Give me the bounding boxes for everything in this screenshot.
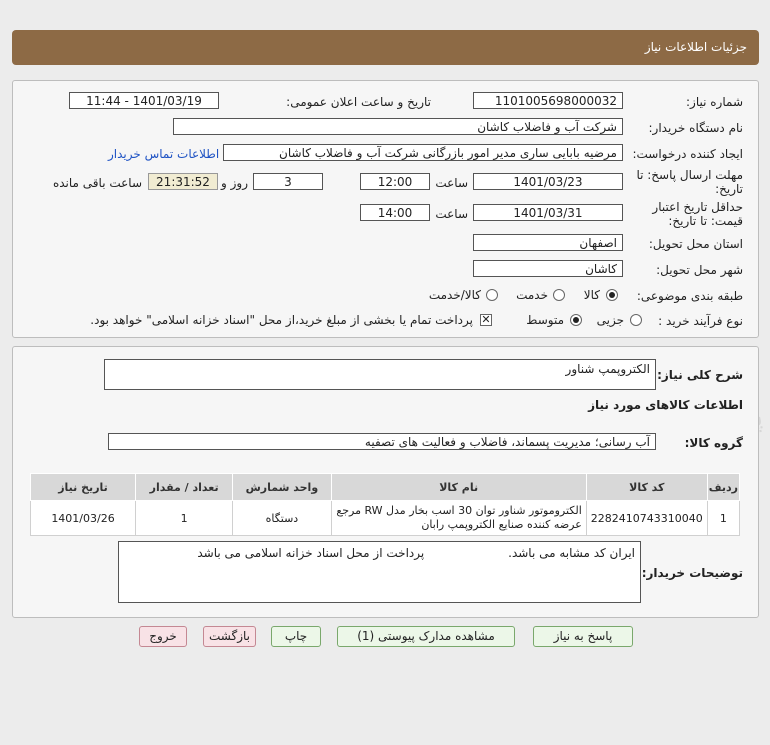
category-label: طبقه بندی موضوعی:	[636, 289, 743, 303]
col-row-number: ردیف	[706, 473, 741, 501]
need-number-field: 1101005698000032	[473, 92, 623, 109]
buyer-contact-link[interactable]: اطلاعات تماس خریدار	[108, 147, 219, 161]
purchase-type-option-minor: جزیی	[596, 313, 624, 327]
response-deadline-label-2: تاریخ:	[715, 182, 743, 196]
col-need-date: تاریخ نیاز	[29, 473, 137, 501]
goods-group-field: آب رسانی؛ مدیریت پسماند، فاضلاب و فعالیت…	[108, 433, 656, 450]
exit-button[interactable]: خروج	[139, 626, 187, 647]
col-unit: واحد شمارش	[232, 473, 332, 501]
category-radio-service[interactable]	[553, 289, 565, 301]
remaining-time: 21:31:52	[148, 173, 218, 190]
category-radio-goods-service[interactable]	[486, 289, 498, 301]
summary-label: شرح کلی نیاز:	[657, 368, 743, 382]
response-deadline-date: 1401/03/23	[473, 173, 623, 190]
response-deadline-time: 12:00	[360, 173, 430, 190]
goods-group-label: گروه کالا:	[684, 436, 743, 450]
response-deadline-time-label: ساعت	[435, 176, 468, 190]
print-button[interactable]: چاپ	[271, 626, 321, 647]
delivery-province-field: اصفهان	[473, 234, 623, 251]
goods-section-title: اطلاعات کالاهای مورد نیاز	[588, 398, 743, 412]
buyer-notes-field: ایران کد مشابه می باشد. پرداخت از محل اس…	[118, 541, 641, 603]
requester-field: مرضیه بابایی ساری مدیر امور بازرگانی شرک…	[223, 144, 623, 161]
remaining-time-label: ساعت باقی مانده	[52, 176, 142, 190]
delivery-city-label: شهر محل تحویل:	[656, 263, 743, 277]
attachments-button[interactable]: مشاهده مدارک پیوستی (1)	[337, 626, 515, 647]
page-title: جزئیات اطلاعات نیاز	[644, 40, 747, 54]
purchase-type-radio-medium[interactable]	[570, 314, 582, 326]
category-option-goods: کالا	[583, 288, 600, 302]
cell-item-code: 2282410743310040	[585, 500, 708, 536]
need-number-label: شماره نیاز:	[686, 95, 743, 109]
price-validity-time: 14:00	[360, 204, 430, 221]
table-header-row: ردیف کد کالا نام کالا واحد شمارش تعداد /…	[29, 473, 741, 501]
price-validity-date: 1401/03/31	[473, 204, 623, 221]
reply-button[interactable]: پاسخ به نیاز	[533, 626, 633, 647]
buyer-org-field: شرکت آب و فاضلاب کاشان	[173, 118, 623, 135]
announce-datetime-label: تاریخ و ساعت اعلان عمومی:	[286, 95, 431, 109]
response-deadline-label-1: مهلت ارسال پاسخ: تا	[636, 168, 743, 182]
price-validity-time-label: ساعت	[435, 207, 468, 221]
back-button[interactable]: بازگشت	[203, 626, 256, 647]
purchase-type-option-medium: متوسط	[526, 313, 564, 327]
announce-datetime-field: 1401/03/19 - 11:44	[69, 92, 219, 109]
col-item-code: کد کالا	[585, 473, 708, 501]
cell-unit: دستگاه	[232, 500, 332, 536]
purchase-type-label: نوع فرآیند خرید :	[658, 314, 743, 328]
category-radio-goods[interactable]	[606, 289, 618, 301]
cell-row-number: 1	[706, 500, 741, 536]
treasury-payment-checkbox[interactable]: ✕	[480, 314, 492, 326]
price-validity-label-2: قیمت: تا تاریخ:	[668, 214, 743, 228]
col-quantity: تعداد / مقدار	[135, 473, 234, 501]
requester-label: ایجاد کننده درخواست:	[632, 147, 743, 161]
cell-quantity: 1	[135, 500, 234, 536]
cell-need-date: 1401/03/26	[29, 500, 137, 536]
buyer-notes-label: توضیحات خریدار:	[641, 566, 743, 580]
category-option-goods-service: کالا/خدمت	[428, 288, 481, 302]
buyer-org-label: نام دستگاه خریدار:	[648, 121, 744, 135]
purchase-type-radio-minor[interactable]	[630, 314, 642, 326]
price-validity-label-1: حداقل تاریخ اعتبار	[652, 200, 743, 214]
summary-field: الکتروپمپ شناور	[104, 359, 656, 390]
treasury-payment-note: پرداخت تمام یا بخشی از مبلغ خرید،از محل …	[90, 313, 473, 327]
col-item-name: نام کالا	[330, 473, 587, 501]
cell-item-name: الکتروموتور شناور توان 30 اسب بخار مدل R…	[330, 500, 587, 536]
delivery-province-label: استان محل تحویل:	[648, 237, 743, 251]
delivery-city-field: کاشان	[473, 260, 623, 277]
remaining-days-label: روز و	[221, 176, 248, 190]
category-option-service: خدمت	[516, 288, 548, 302]
page-header: جزئیات اطلاعات نیاز	[12, 30, 759, 65]
goods-table: ردیف کد کالا نام کالا واحد شمارش تعداد /…	[29, 473, 741, 536]
table-row: 1 2282410743310040 الکتروموتور شناور توا…	[29, 500, 741, 536]
remaining-days: 3	[253, 173, 323, 190]
